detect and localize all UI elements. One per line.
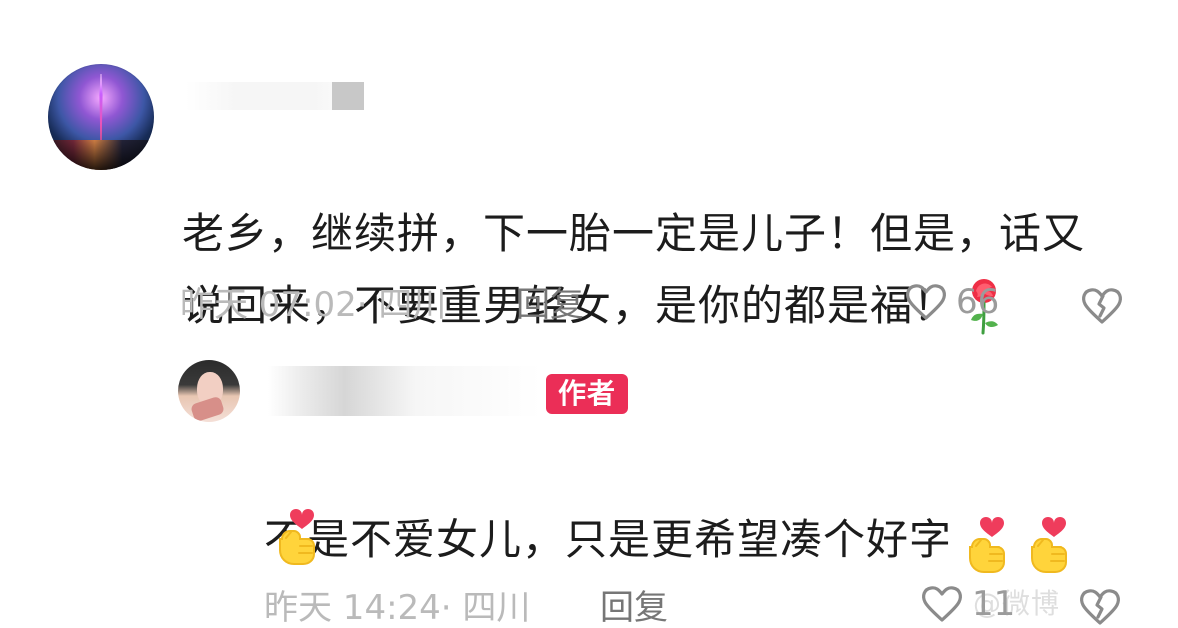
reply-comment-meta: 昨天 14:24· 四川 [264,588,531,628]
reply-emoji-continuation [270,508,326,570]
commenter-name-redacted [186,82,364,110]
author-name-redacted [268,366,542,416]
commenter-avatar[interactable] [48,64,154,170]
heart-icon[interactable] [904,282,948,322]
comment-thread: 老乡，继续拼，下一胎一定是儿子！但是，话又 说回来，不要重男轻女，是你的都是福！… [0,0,1178,628]
main-like-count: 66 [956,282,1000,322]
reply-comment-text: 不是不爱女儿，只是更希望凑个好字 [264,432,1124,576]
author-avatar[interactable] [178,360,240,422]
main-like-control[interactable]: 66 [904,282,999,322]
broken-heart-icon[interactable] [1080,286,1124,326]
main-comment-meta: 昨天 07:02· 四川 [180,285,447,325]
finger-heart-icon [960,516,1012,574]
main-reply-button[interactable]: 回复 [516,285,584,325]
reply-comment-body: 不是不爱女儿，只是更希望凑个好字 [264,515,953,564]
author-badge: 作者 [546,374,629,414]
heart-icon[interactable] [920,584,964,624]
finger-heart-icon [1022,516,1074,574]
watermark: @微博 [972,587,1060,620]
reply-reply-button[interactable]: 回复 [600,588,668,628]
broken-heart-icon[interactable] [1078,587,1122,627]
finger-heart-icon [270,508,322,566]
